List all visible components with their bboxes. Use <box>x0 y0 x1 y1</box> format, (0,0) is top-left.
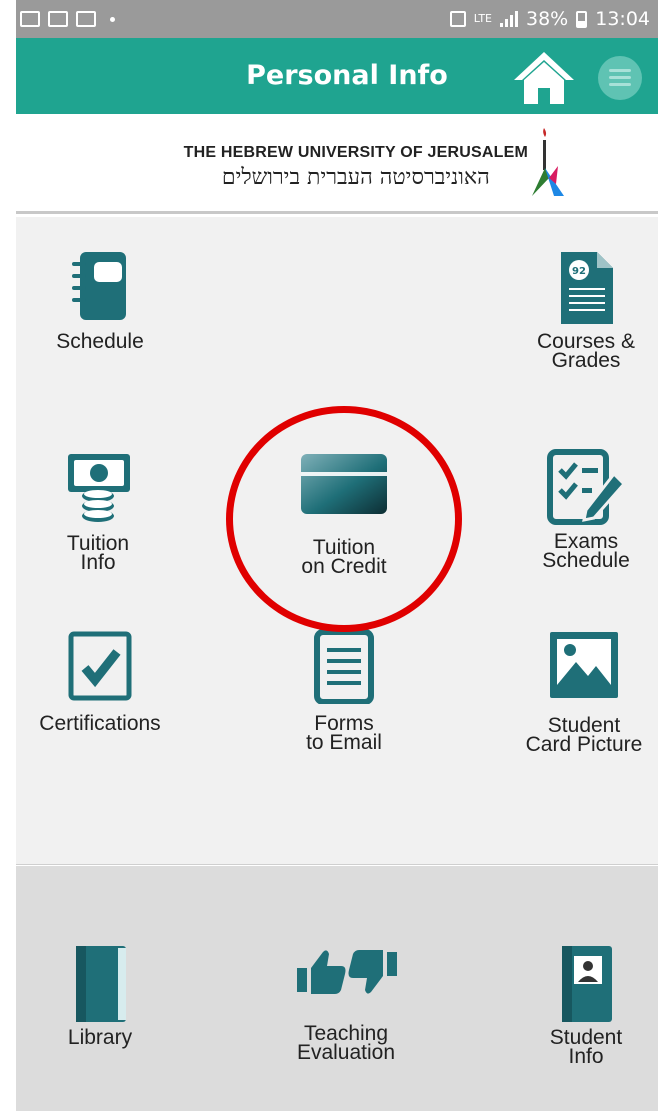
logo-english: THE HEBREW UNIVERSITY OF JERUSALEM <box>183 144 528 161</box>
forms-email-label: Forms to Email <box>306 712 382 754</box>
sync-icon <box>449 11 466 27</box>
battery-percent: 38% <box>526 8 569 30</box>
grade-badge: 92 <box>572 266 586 277</box>
screen-icon <box>20 11 40 27</box>
notebook-icon <box>72 252 126 320</box>
home-icon[interactable] <box>512 50 576 106</box>
signal-icon <box>500 11 518 27</box>
system-icons: LTE 38% 13:04 <box>449 8 650 30</box>
student-card-picture-button[interactable]: Student Card Picture <box>510 628 658 756</box>
university-emblem-icon <box>532 128 564 196</box>
teaching-evaluation-button[interactable]: Teaching Evaluation <box>276 944 416 1064</box>
lte-label: LTE <box>473 12 492 25</box>
courses-grades-button[interactable]: 92 Courses & Grades <box>520 248 652 372</box>
certifications-label: Certifications <box>39 712 161 735</box>
more-notifications-icon <box>110 16 115 22</box>
mail-icon <box>76 11 96 27</box>
credit-card-icon <box>301 454 387 514</box>
app-header: Personal Info <box>16 38 658 114</box>
menu-icon[interactable] <box>598 56 642 100</box>
certifications-button[interactable]: Certifications <box>30 628 170 735</box>
logo-hebrew: האוניברסיטה העברית בירושלים <box>221 165 490 190</box>
courses-grades-label: Courses & Grades <box>536 330 636 372</box>
exams-schedule-label: Exams Schedule <box>542 530 630 572</box>
document-lines-icon <box>314 629 374 704</box>
gallery-icon <box>48 11 68 27</box>
clock: 13:04 <box>595 8 650 30</box>
status-bar: LTE 38% 13:04 <box>16 0 658 38</box>
battery-icon <box>576 10 588 28</box>
library-button[interactable]: Library <box>40 944 160 1049</box>
university-logo: THE HEBREW UNIVERSITY OF JERUSALEM האוני… <box>16 114 658 214</box>
checkbox-icon <box>68 631 132 701</box>
library-label: Library <box>67 1026 133 1049</box>
book-icon <box>76 946 126 1022</box>
student-card-picture-label: Student Card Picture <box>525 714 643 756</box>
teaching-evaluation-label: Teaching Evaluation <box>296 1022 396 1064</box>
tuition-credit-label: Tuition on Credit <box>301 536 387 578</box>
schedule-button[interactable]: Schedule <box>40 248 160 353</box>
tuition-info-button[interactable]: Tuition Info <box>38 450 158 574</box>
schedule-label: Schedule <box>56 330 144 353</box>
picture-icon <box>550 632 618 698</box>
student-folder-icon <box>562 946 612 1022</box>
student-info-label: Student Info <box>549 1026 623 1068</box>
checklist-pencil-icon <box>547 449 627 525</box>
money-coins-icon <box>68 454 130 522</box>
grade-sheet-icon: 92 <box>561 252 613 324</box>
tuition-credit-button[interactable]: Tuition on Credit <box>274 452 414 578</box>
tuition-info-label: Tuition Info <box>66 532 130 574</box>
student-info-button[interactable]: Student Info <box>520 944 652 1068</box>
exams-schedule-button[interactable]: Exams Schedule <box>518 448 654 572</box>
forms-email-button[interactable]: Forms to Email <box>276 628 412 754</box>
thumbs-up-down-icon <box>297 950 397 994</box>
notification-icons <box>20 11 115 27</box>
